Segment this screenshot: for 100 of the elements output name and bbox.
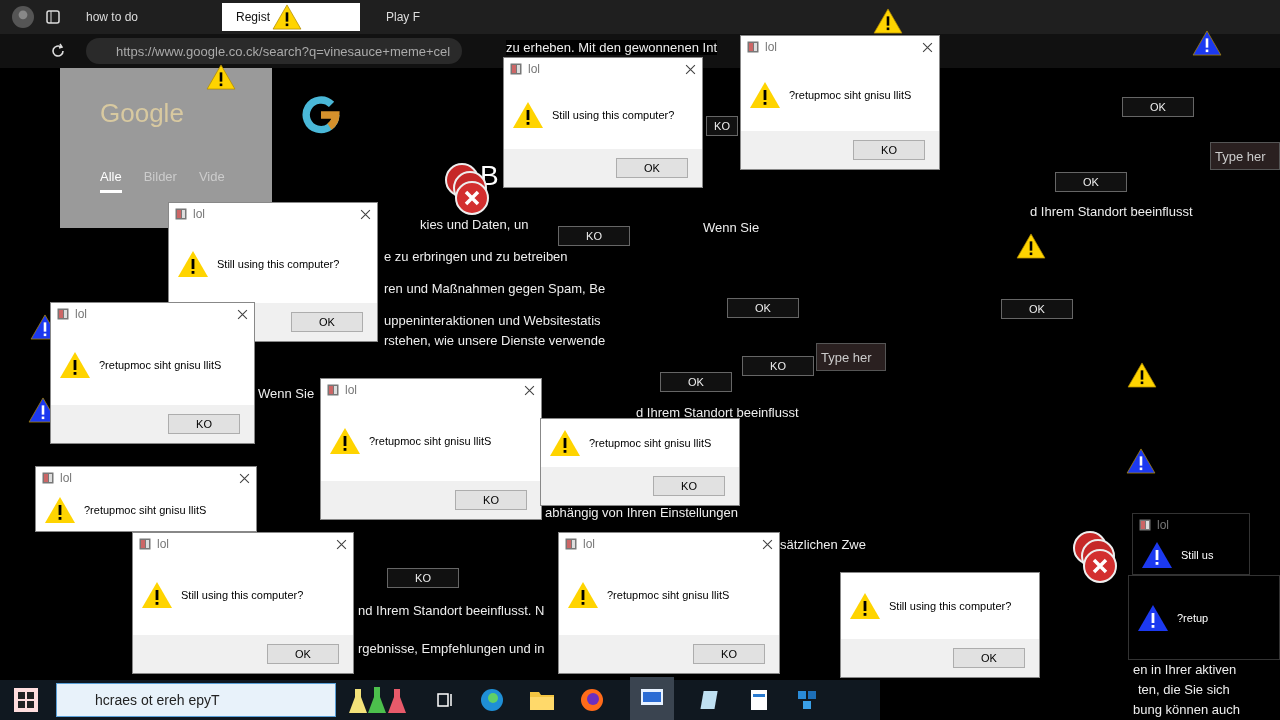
search-field[interactable]: Type her [816, 343, 886, 371]
dialog-button[interactable]: OK [267, 644, 339, 664]
dialog-button[interactable]: KO [853, 140, 925, 160]
dialog-button[interactable]: KO [742, 356, 814, 376]
page-text: zu erheben. Mit den gewonnenen Int [506, 40, 718, 55]
app-icon [510, 63, 522, 75]
folder-icon[interactable] [530, 690, 554, 710]
profile-icon[interactable] [12, 6, 34, 28]
close-icon[interactable] [524, 384, 535, 396]
dialog-title: lol [1157, 518, 1169, 532]
dialog-button[interactable]: OK [953, 648, 1025, 668]
dialog-message: ?retupmoc siht gnisu llitS [369, 435, 492, 447]
dialog-button[interactable]: KO [168, 414, 240, 434]
close-icon[interactable] [237, 308, 248, 320]
dialog-title: lol [528, 62, 540, 76]
dialog-button[interactable]: OK [1122, 97, 1194, 117]
dialog-message: Still using this computer? [889, 600, 1012, 612]
warning-icon [1016, 233, 1046, 259]
warning-icon [177, 250, 209, 278]
dialog-title: lol [75, 307, 87, 321]
page-text: rgebnisse, Empfehlungen und in [358, 641, 545, 656]
start-icon[interactable] [14, 688, 38, 712]
warning-icon [1192, 30, 1222, 56]
app-icon [57, 308, 69, 320]
warning-icon [873, 8, 903, 34]
taskbar-search-field[interactable]: hcraes ot ereh epyT [56, 683, 336, 717]
dialog-button[interactable]: OK [616, 158, 688, 178]
close-icon[interactable] [360, 208, 371, 220]
dialog-title: lol [583, 537, 595, 551]
dialog-button[interactable]: OK [1001, 299, 1073, 319]
dialog-message: ?retupmoc siht gnisu llitS [99, 359, 222, 371]
app-icon [747, 41, 759, 53]
dialog-title: lol [765, 40, 777, 54]
warning-icon [1126, 448, 1156, 474]
dialog-title: lol [193, 207, 205, 221]
close-icon[interactable] [762, 538, 773, 550]
dialog-message: Still using this computer? [552, 108, 675, 121]
close-icon[interactable] [922, 41, 933, 53]
dialog-message: ?retup [1177, 611, 1209, 624]
close-icon[interactable] [336, 538, 347, 550]
warning-icon [1127, 362, 1157, 388]
page-text: d Ihrem Standort beeinflusst [1030, 204, 1193, 219]
warning-icon [1141, 541, 1173, 569]
dialog-title: lol [157, 537, 169, 551]
close-icon[interactable] [239, 472, 250, 484]
browser-tab[interactable]: how to do [72, 3, 210, 31]
warning-icon [849, 592, 881, 620]
dialog-button[interactable]: OK [727, 298, 799, 318]
cubes-icon[interactable] [796, 689, 818, 711]
dialog-message: Still using this computer? [181, 589, 304, 601]
page-text: uppeninteraktionen und Websitestatis [384, 313, 601, 328]
app-icon [565, 538, 577, 550]
reload-icon[interactable] [50, 43, 66, 59]
document-icon[interactable] [748, 689, 770, 711]
tab-actions-icon[interactable] [46, 10, 60, 24]
page-text: ten, die Sie sich [1138, 682, 1230, 697]
dialog-button[interactable]: KO [558, 226, 630, 246]
dialog-message: ?retupmoc siht gnisu llitS [607, 589, 730, 601]
warning-icon [44, 496, 76, 524]
close-icon[interactable] [685, 63, 696, 75]
page-text: rstehen, wie unsere Dienste verwende [384, 333, 606, 348]
dialog-message: Still using this computer? [217, 258, 340, 270]
window-icon [641, 689, 663, 705]
dialog-message: ?retupmoc siht gnisu llitS [789, 88, 912, 101]
warning-icon [749, 80, 781, 109]
app-icon [139, 538, 151, 550]
g-logo-icon [302, 96, 340, 134]
app-icon [175, 208, 187, 220]
task-view-icon[interactable] [436, 691, 454, 709]
search-field[interactable]: Type her [1210, 142, 1280, 170]
dialog-message: ?retupmoc siht gnisu llitS [84, 504, 207, 516]
page-text: kies und Daten, un [420, 217, 529, 232]
dialog-button[interactable]: OK [1055, 172, 1127, 192]
app-icon [1139, 519, 1151, 531]
page-text: d Ihrem Standort beeinflusst [636, 405, 799, 420]
address-bar[interactable]: https://www.google.co.ck/search?q=vinesauce+meme+cel [86, 38, 463, 64]
page-text: ren und Maßnahmen gegen Spam, Be [384, 281, 606, 296]
page-text: nd Ihrem Standort beeinflusst. N [358, 603, 545, 618]
warning-icon [206, 64, 236, 90]
page-text: Wenn Sie [703, 220, 760, 235]
dialog-button[interactable]: KO [455, 490, 527, 510]
app-icon [42, 472, 54, 484]
dialog-button[interactable]: KO [387, 568, 459, 588]
warning-icon [1137, 603, 1169, 632]
active-app-button[interactable] [630, 677, 674, 720]
google-logo: Google [100, 98, 185, 129]
dialog-button[interactable]: KO [653, 476, 725, 496]
dialog-button[interactable]: KO [693, 644, 765, 664]
dialog-button[interactable]: KO [706, 116, 738, 136]
browser-tab[interactable]: Play F [372, 3, 510, 31]
warning-icon [549, 429, 581, 457]
dialog-button[interactable]: OK [660, 372, 732, 392]
page-text: sätzlichen Zwe [780, 537, 866, 552]
dialog-title: lol [345, 383, 357, 397]
warning-icon [141, 581, 173, 609]
page-text: bung können auch [1133, 702, 1240, 717]
page-text: Wenn Sie [258, 386, 315, 401]
warning-icon [329, 427, 361, 455]
dialog-message: ?retupmoc siht gnisu llitS [589, 437, 712, 449]
dialog-button[interactable]: OK [291, 312, 363, 332]
